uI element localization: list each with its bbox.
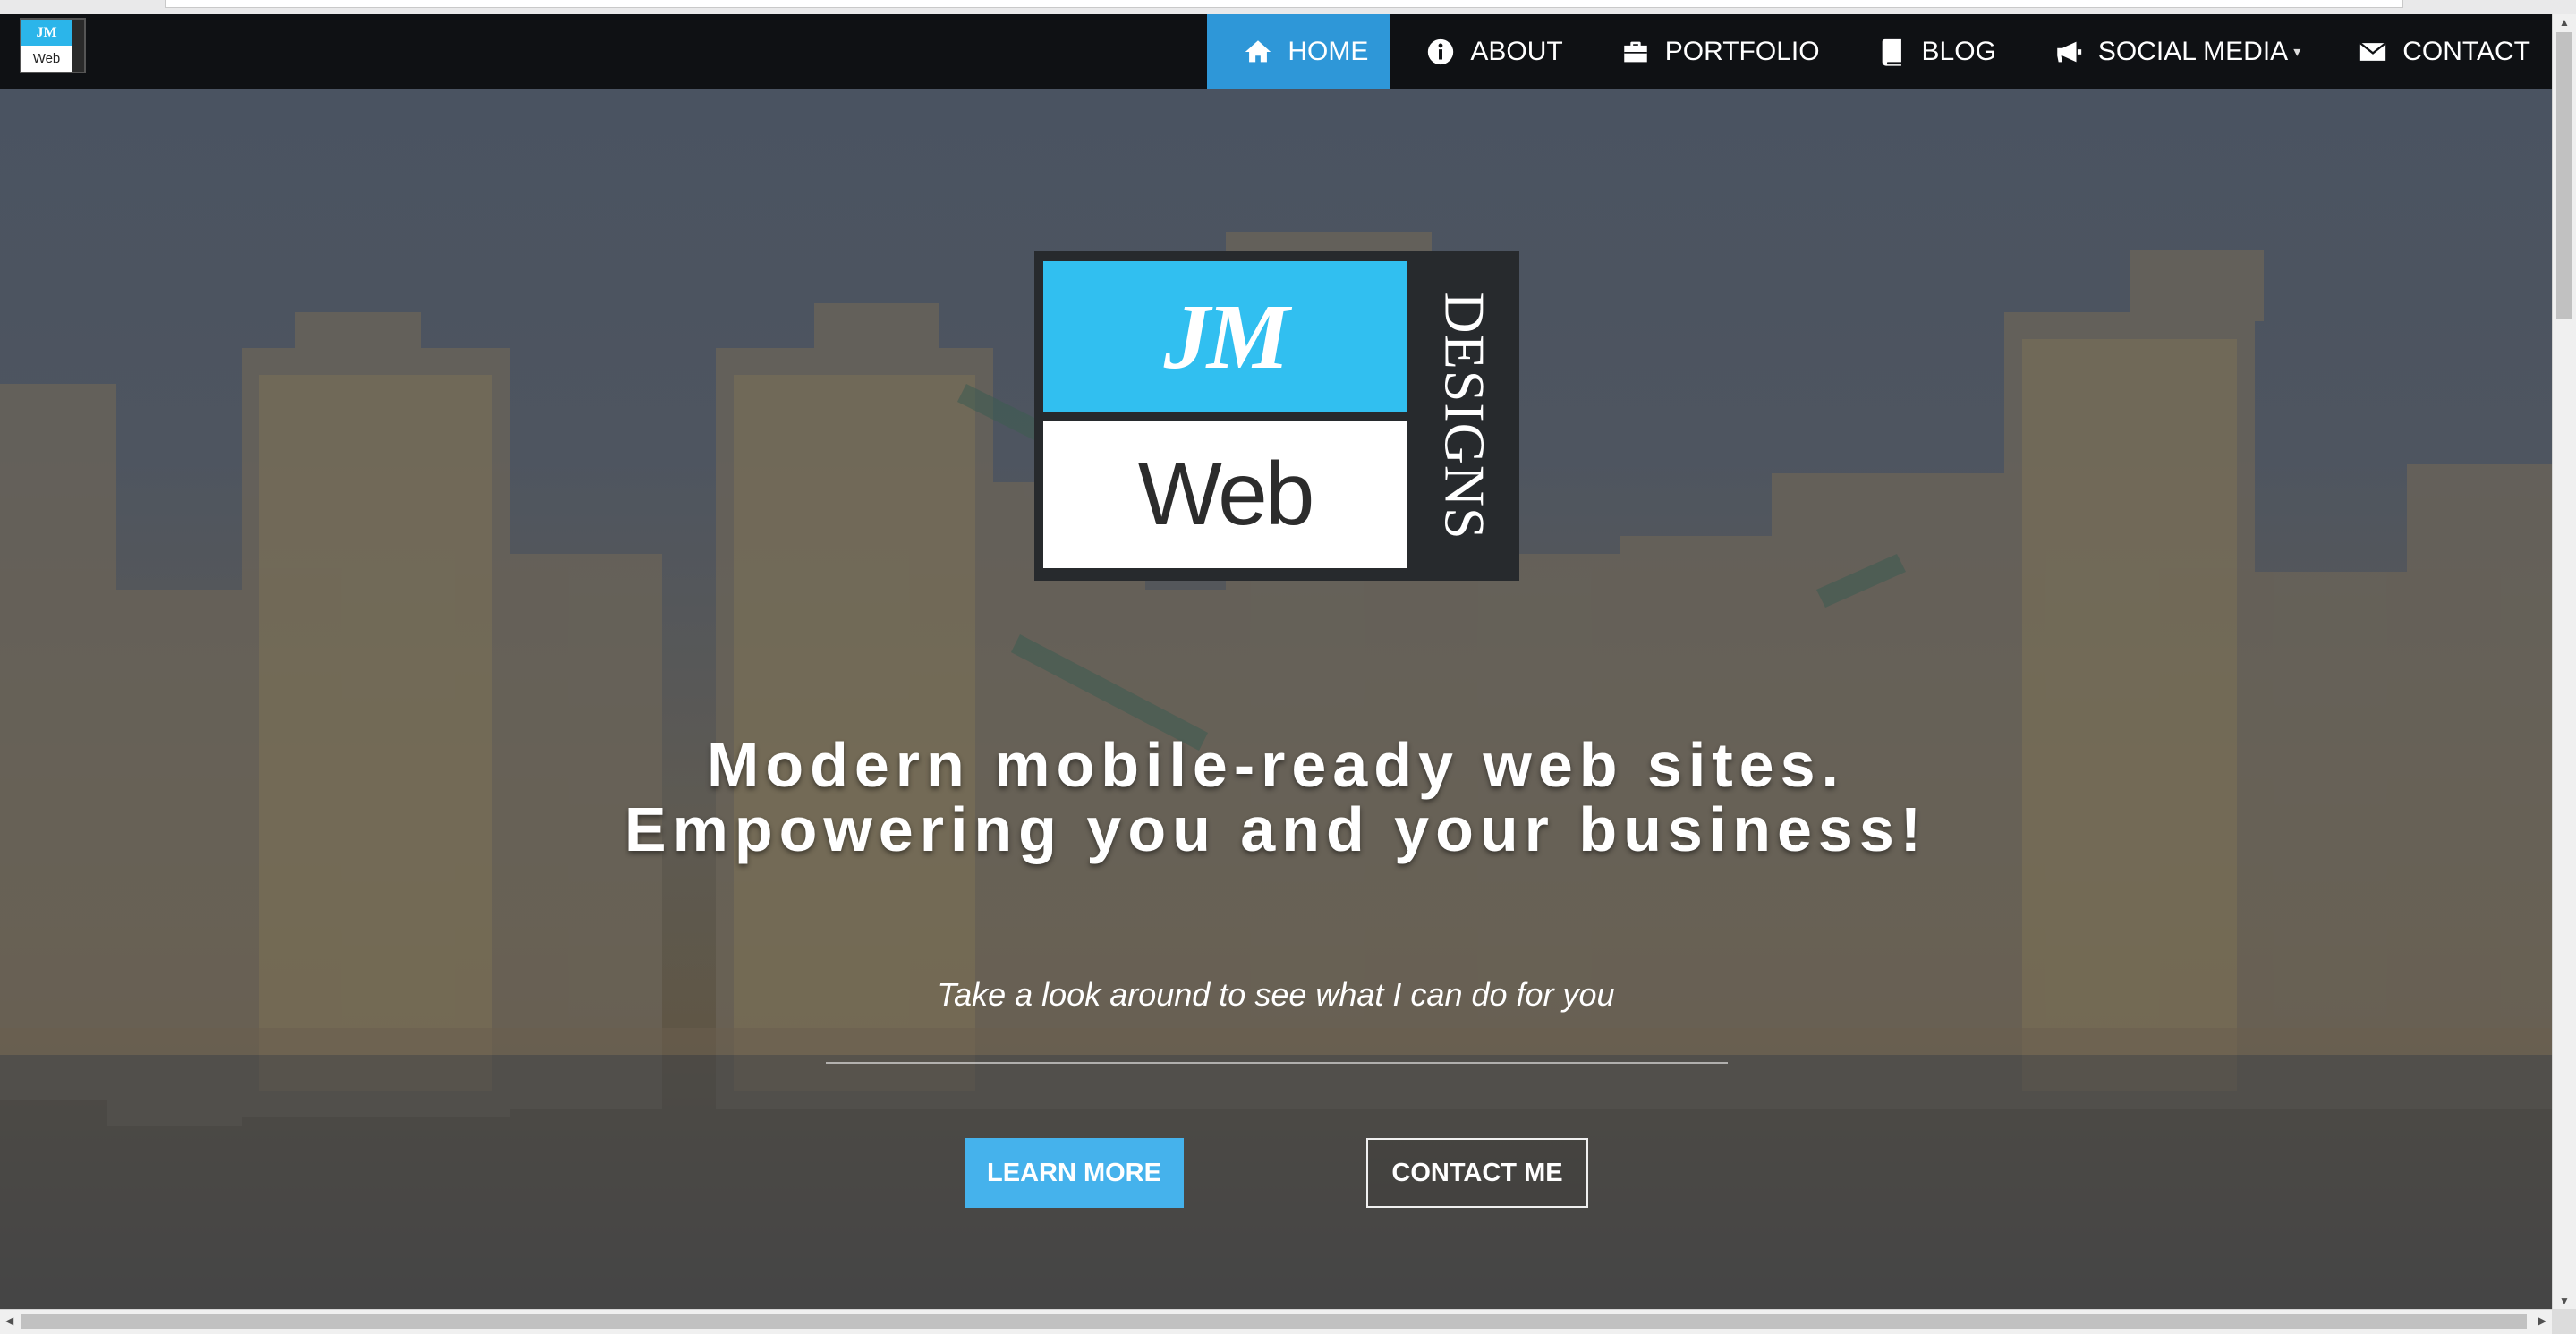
nav-item-label: ABOUT	[1470, 36, 1563, 66]
nav-item-label: PORTFOLIO	[1664, 36, 1820, 66]
scroll-up-icon[interactable]: ▲	[2559, 16, 2570, 29]
nav-item-label: HOME	[1288, 36, 1369, 66]
logo-web: Web	[1043, 421, 1407, 568]
scroll-down-icon[interactable]: ▼	[2559, 1295, 2570, 1307]
vertical-scrollbar[interactable]: ▲ ▼	[2552, 14, 2576, 1309]
logo-jm: JM	[1043, 261, 1407, 412]
nav-item-portfolio[interactable]: PORTFOLIO	[1585, 14, 1841, 89]
nav-item-label: SOCIAL MEDIA	[2097, 36, 2289, 66]
contact-me-button[interactable]: CONTACT ME	[1366, 1138, 1588, 1208]
home-icon	[1245, 39, 1271, 62]
logo-designs-text: DESIGNS	[1433, 291, 1497, 540]
nav-item-blog[interactable]: BLOG	[1841, 14, 2018, 89]
headline-line-2: Empowering you and your business!	[624, 794, 1928, 864]
chevron-down-icon: ▾	[2293, 44, 2301, 60]
info-icon	[1428, 38, 1454, 64]
hero-section: JM Web DESIGNS Modern mobile-ready web s…	[0, 89, 2552, 1309]
brand-logo-bottom: Web	[21, 46, 72, 72]
address-bar[interactable]	[165, 0, 2403, 8]
brand-logo-top: JM	[21, 20, 72, 46]
nav-item-label: CONTACT	[2402, 36, 2530, 66]
hero-headline: Modern mobile-ready web sites. Empowerin…	[0, 733, 2552, 862]
headline-line-1: Modern mobile-ready web sites.	[707, 730, 1845, 800]
jm-web-designs-logo: JM Web DESIGNS	[1034, 251, 1519, 581]
nav-item-about[interactable]: ABOUT	[1390, 14, 1584, 89]
briefcase-icon	[1623, 41, 1647, 62]
hero-tagline: Take a look around to see what I can do …	[937, 976, 1615, 1013]
nav-menu: HOME ABOUT PORTFOLIO BLOG SOCIAL MEDIA ▾…	[1207, 14, 2552, 89]
learn-more-button[interactable]: LEARN MORE	[965, 1138, 1184, 1208]
megaphone-icon	[2057, 41, 2082, 62]
envelope-icon	[2359, 41, 2387, 61]
horizontal-scrollbar[interactable]: ◀ ▶	[0, 1309, 2552, 1334]
nav-item-social-media[interactable]: SOCIAL MEDIA ▾	[2018, 14, 2322, 89]
horizontal-scroll-thumb[interactable]	[21, 1314, 2527, 1329]
nav-item-home[interactable]: HOME	[1207, 14, 1390, 89]
nav-item-label: BLOG	[1921, 36, 1996, 66]
brand-logo-side	[72, 20, 84, 72]
scrollbar-corner	[2552, 1309, 2576, 1334]
logo-designs: DESIGNS	[1419, 261, 1510, 570]
browser-address-strip	[0, 0, 2576, 14]
scroll-left-icon[interactable]: ◀	[5, 1314, 13, 1327]
hero-divider	[826, 1062, 1728, 1064]
navbar: JM Web HOME ABOUT PORTFOLIO BLOG SOCIAL …	[0, 14, 2552, 89]
nav-item-contact[interactable]: CONTACT	[2322, 14, 2552, 89]
book-icon	[1882, 38, 1901, 66]
vertical-scroll-thumb[interactable]	[2556, 32, 2572, 319]
brand-logo[interactable]: JM Web	[20, 18, 86, 73]
scroll-right-icon[interactable]: ▶	[2538, 1314, 2546, 1327]
